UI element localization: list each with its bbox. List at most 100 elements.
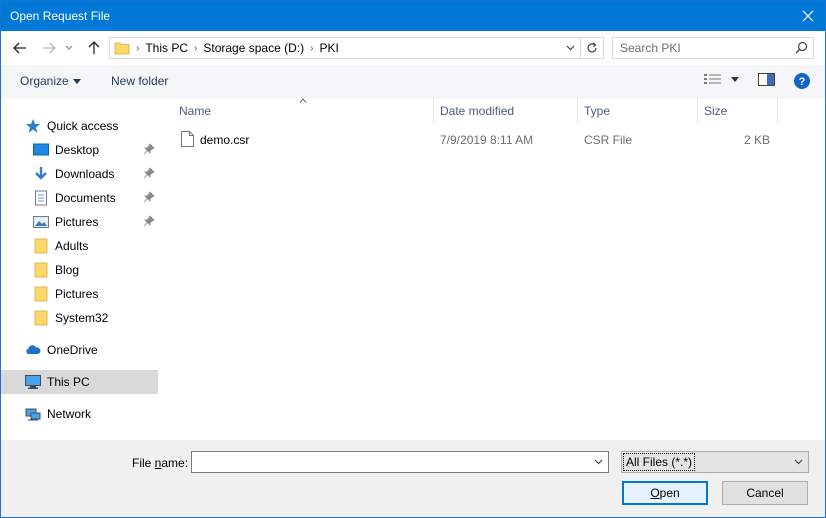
up-button[interactable] — [83, 37, 105, 59]
forward-button[interactable] — [38, 37, 60, 59]
file-name-combobox[interactable] — [191, 451, 609, 473]
sidebar-item-pictures-folder[interactable]: Pictures — [1, 282, 158, 306]
sidebar-item-pictures[interactable]: Pictures — [1, 210, 158, 234]
breadcrumb-pki[interactable]: PKI — [319, 41, 338, 55]
caret-down-icon — [72, 78, 81, 84]
file-name-label-part: ame: — [161, 456, 189, 470]
arrow-right-icon — [43, 42, 56, 54]
window-title: Open Request File — [10, 9, 111, 23]
search-icon[interactable] — [795, 41, 808, 57]
sidebar-item-label: Pictures — [55, 215, 99, 229]
sidebar-item-label: Desktop — [55, 143, 100, 157]
address-bar[interactable]: › This PC › Storage space (D:) › PKI — [109, 37, 604, 59]
chevron-down-icon — [566, 45, 574, 51]
new-folder-button[interactable]: New folder — [111, 74, 168, 88]
sidebar-item-label: Network — [47, 407, 92, 421]
cancel-button-label: Cancel — [746, 486, 784, 500]
search-box[interactable] — [612, 37, 814, 59]
navigation-pane: Quick access Desktop Downloads Documents… — [1, 98, 161, 440]
breadcrumb-this-pc[interactable]: This PC — [145, 41, 188, 55]
navigation-bar: › This PC › Storage space (D:) › PKI — [1, 31, 825, 65]
organize-button[interactable]: Organize — [20, 74, 81, 88]
view-options-button[interactable] — [704, 73, 739, 85]
address-history-button[interactable] — [561, 38, 579, 58]
help-button[interactable]: ? — [794, 73, 810, 89]
caret-down-icon — [731, 76, 739, 82]
folder-icon — [34, 262, 48, 278]
file-name-label-part: File — [132, 456, 155, 470]
sidebar-item-label: Adults — [55, 239, 89, 253]
svg-text:?: ? — [799, 76, 806, 88]
column-divider[interactable] — [777, 98, 778, 124]
file-type-filter-select[interactable]: All Files (*.*) — [621, 451, 809, 473]
organize-label: Organize — [20, 74, 69, 88]
sidebar-item-downloads[interactable]: Downloads — [1, 162, 158, 186]
open-button-label: pen — [659, 486, 680, 500]
network-icon — [25, 408, 41, 421]
cancel-button[interactable]: Cancel — [722, 481, 808, 505]
help-icon: ? — [794, 73, 810, 89]
arrow-left-icon — [13, 42, 26, 54]
column-header-name[interactable]: Name — [179, 98, 211, 124]
command-bar: Organize New folder ? — [1, 65, 825, 98]
title-bar: Open Request File — [1, 1, 825, 31]
column-divider[interactable] — [577, 98, 578, 124]
pictures-icon — [33, 216, 49, 228]
column-header-size[interactable]: Size — [704, 98, 727, 124]
sidebar-item-onedrive[interactable]: OneDrive — [1, 338, 158, 362]
file-name: demo.csr — [200, 133, 250, 147]
sidebar-item-blog[interactable]: Blog — [1, 258, 158, 282]
sidebar-item-documents[interactable]: Documents — [1, 186, 158, 210]
chevron-down-icon — [65, 45, 73, 50]
star-icon — [26, 119, 40, 133]
preview-pane-button[interactable] — [758, 73, 775, 86]
column-divider[interactable] — [433, 98, 434, 124]
cloud-icon — [26, 345, 41, 354]
file-date: 7/9/2019 8:11 AM — [440, 133, 534, 147]
breadcrumb-storage-space[interactable]: Storage space (D:) — [203, 41, 304, 55]
column-divider[interactable] — [697, 98, 698, 124]
chevron-down-icon — [594, 459, 602, 465]
folder-icon — [34, 310, 48, 326]
preview-pane-icon — [758, 73, 775, 86]
file-row[interactable]: demo.csr 7/9/2019 8:11 AM CSR File 2 KB — [173, 128, 781, 150]
arrow-up-icon — [88, 41, 100, 54]
chevron-down-icon — [794, 459, 802, 465]
file-name-panel: File name: All Files (*.*) Open Cancel — [1, 440, 825, 517]
sidebar-item-label: System32 — [55, 311, 109, 325]
sort-ascending-icon — [299, 98, 307, 103]
file-name-dropdown-button[interactable] — [588, 452, 608, 472]
column-header-type[interactable]: Type — [584, 98, 610, 124]
close-button[interactable] — [791, 1, 825, 31]
sidebar-item-adults[interactable]: Adults — [1, 234, 158, 258]
sidebar-item-system32[interactable]: System32 — [1, 306, 158, 330]
open-button[interactable]: Open — [622, 481, 708, 505]
sidebar-item-network[interactable]: Network — [1, 402, 158, 426]
file-type-dropdown-button[interactable] — [788, 452, 808, 472]
recent-locations-button[interactable] — [62, 37, 76, 59]
sidebar-item-label: OneDrive — [47, 343, 98, 357]
file-name-input[interactable] — [192, 452, 587, 472]
file-type: CSR File — [584, 133, 633, 147]
sidebar-item-label: Blog — [55, 263, 80, 277]
sidebar-item-desktop[interactable]: Desktop — [1, 138, 158, 162]
file-name-label: File name: — [132, 456, 188, 470]
refresh-button[interactable] — [580, 38, 603, 58]
sidebar-item-label: Downloads — [55, 167, 115, 181]
back-button[interactable] — [9, 37, 31, 59]
search-input[interactable] — [613, 38, 789, 58]
sidebar-item-label: Documents — [55, 191, 116, 205]
new-folder-label: New folder — [111, 74, 169, 88]
folder-icon — [114, 42, 130, 55]
sidebar-item-quick-access[interactable]: Quick access — [1, 114, 158, 138]
download-arrow-icon — [35, 167, 47, 180]
refresh-icon — [587, 42, 597, 53]
file-size: 2 KB — [743, 133, 770, 147]
pin-icon — [143, 191, 155, 203]
file-icon — [181, 131, 194, 147]
open-file-dialog: Open Request File › This PC › Storage sp… — [0, 0, 826, 518]
details-view-icon — [704, 74, 721, 84]
folder-icon — [34, 238, 48, 254]
column-header-date[interactable]: Date modified — [440, 98, 514, 124]
sidebar-item-this-pc[interactable]: This PC — [1, 370, 158, 394]
